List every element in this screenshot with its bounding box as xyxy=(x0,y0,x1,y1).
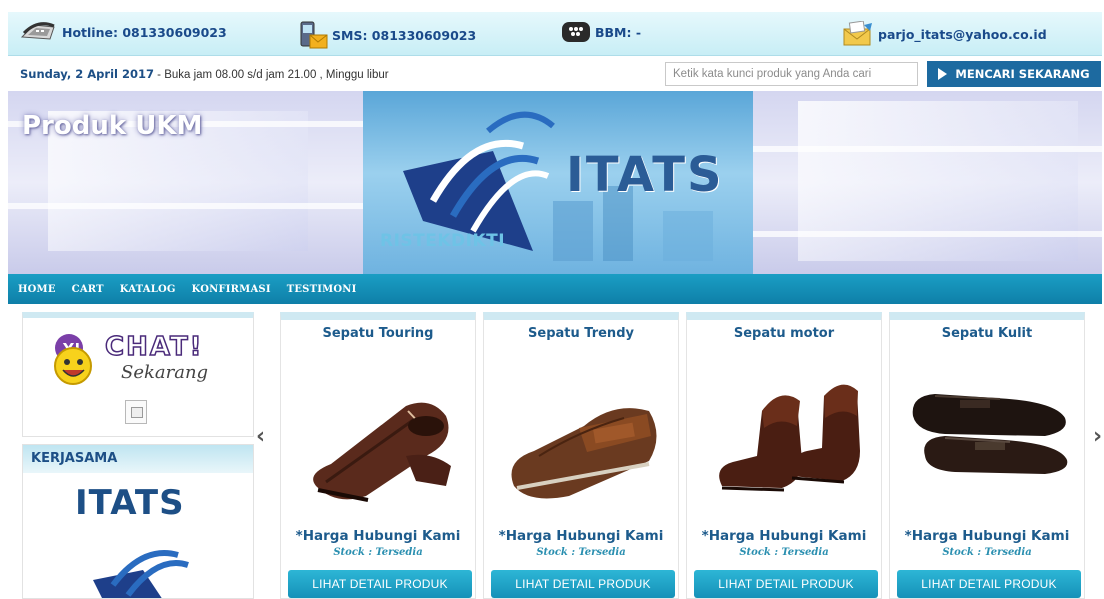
brown-ankle-boots-image[interactable] xyxy=(702,356,868,506)
ristekdikti-text: RISTEKDIKTI xyxy=(380,231,506,251)
search-button-label: MENCARI SEKARANG xyxy=(955,67,1090,81)
broken-image-icon xyxy=(125,400,147,424)
product-title[interactable]: Sepatu Kulit xyxy=(890,326,1084,341)
main-nav: HOME CART KATALOG KONFIRMASI TESTIMONI xyxy=(8,274,1102,304)
stock-label: Stock : xyxy=(333,547,376,558)
play-arrow-icon xyxy=(938,68,948,80)
itats-brand-text: ITATS xyxy=(566,147,724,203)
email-text[interactable]: parjo_itats@yahoo.co.id xyxy=(878,27,1047,42)
nav-testimoni[interactable]: TESTIMONI xyxy=(287,284,357,295)
nav-cart[interactable]: CART xyxy=(72,284,104,295)
kerjasama-panel: KERJASAMA ITATS xyxy=(22,444,254,599)
hotline-text: Hotline: 081330609023 xyxy=(62,24,227,40)
view-product-detail-button[interactable]: LIHAT DETAIL PRODUK xyxy=(694,570,878,598)
envelope-icon xyxy=(843,21,872,46)
hotline: Hotline: 081330609023 xyxy=(20,21,227,43)
hero-banner: Produk UKM ITATS RISTEKDIKTI xyxy=(8,91,1102,274)
product-title[interactable]: Sepatu Touring xyxy=(281,326,475,341)
itats-logo-icon xyxy=(93,550,189,598)
product-stock: Stock : Tersedia xyxy=(687,547,881,558)
black-leather-shoes-image[interactable] xyxy=(905,356,1071,506)
search-input[interactable] xyxy=(665,62,918,86)
view-product-detail-button[interactable]: LIHAT DETAIL PRODUK xyxy=(897,570,1081,598)
chat-label: CHAT! xyxy=(104,331,204,363)
yahoo-messenger-smiley-icon: Y! xyxy=(54,334,92,385)
chat-widget[interactable]: Y! CHAT! Sekarang xyxy=(22,312,254,437)
date-info: Sunday, 2 April 2017 - Buka jam 08.00 s/… xyxy=(20,67,389,81)
product-card: Sepatu Kulit *Harga Hubungi Kami Stock :… xyxy=(889,312,1085,599)
product-price: *Harga Hubungi Kami xyxy=(904,528,1070,544)
carousel-next-arrow-icon[interactable]: › xyxy=(1093,424,1102,449)
banner-stripe xyxy=(753,146,1102,152)
phone-icon xyxy=(20,22,55,40)
email: parjo_itats@yahoo.co.id xyxy=(842,21,1047,47)
stock-value: Tersedia xyxy=(781,547,829,558)
banner-glass-pane xyxy=(798,101,1078,261)
blackberry-icon xyxy=(562,22,590,42)
sidebar: Y! CHAT! Sekarang KERJASAMA ITATS xyxy=(22,312,254,599)
kerjasama-heading: KERJASAMA xyxy=(23,445,253,473)
product-card: Sepatu Trendy *Harga Hubungi Kami Stock … xyxy=(483,312,679,599)
stock-label: Stock : xyxy=(739,547,782,558)
product-stock: Stock : Tersedia xyxy=(484,547,678,558)
date-search-bar: Sunday, 2 April 2017 - Buka jam 08.00 s/… xyxy=(8,57,1102,91)
product-title[interactable]: Sepatu motor xyxy=(687,326,881,341)
brown-velcro-shoe-image[interactable] xyxy=(499,356,665,506)
chat-sub-label: Sekarang xyxy=(121,362,209,383)
stock-value: Tersedia xyxy=(984,547,1032,558)
stock-value: Tersedia xyxy=(578,547,626,558)
product-stock: Stock : Tersedia xyxy=(281,547,475,558)
stock-value: Tersedia xyxy=(375,547,423,558)
mobile-sms-icon xyxy=(300,21,328,49)
banner-stripe xyxy=(8,203,368,209)
banner-stripe xyxy=(753,231,1102,237)
view-product-detail-button[interactable]: LIHAT DETAIL PRODUK xyxy=(288,570,472,598)
contact-bar: Hotline: 081330609023 SMS: 081330609023 … xyxy=(8,12,1102,56)
sms-text: SMS: 081330609023 xyxy=(332,27,477,43)
nav-katalog[interactable]: KATALOG xyxy=(120,284,176,295)
view-product-detail-button[interactable]: LIHAT DETAIL PRODUK xyxy=(491,570,675,598)
product-card: Sepatu Touring *Harga Hubungi Kami Stock… xyxy=(280,312,476,599)
product-price: *Harga Hubungi Kami xyxy=(701,528,867,544)
sms: SMS: 081330609023 xyxy=(298,21,476,49)
current-date: Sunday, 2 April 2017 xyxy=(20,67,154,81)
brown-derby-shoe-image[interactable] xyxy=(296,356,462,506)
product-card: Sepatu motor *Harga Hubungi Kami Stock :… xyxy=(686,312,882,599)
product-price: *Harga Hubungi Kami xyxy=(498,528,664,544)
stock-label: Stock : xyxy=(536,547,579,558)
nav-home[interactable]: HOME xyxy=(18,284,56,295)
nav-konfirmasi[interactable]: KONFIRMASI xyxy=(192,284,271,295)
product-stock: Stock : Tersedia xyxy=(890,547,1084,558)
product-title[interactable]: Sepatu Trendy xyxy=(484,326,678,341)
carousel-prev-arrow-icon[interactable]: ‹ xyxy=(256,424,265,449)
search-button[interactable]: MENCARI SEKARANG xyxy=(927,61,1101,87)
site-title: Produk UKM xyxy=(22,111,203,141)
bbm: BBM: - xyxy=(561,21,641,43)
stock-label: Stock : xyxy=(942,547,985,558)
product-price: *Harga Hubungi Kami xyxy=(295,528,461,544)
kerjasama-itats-logo-text: ITATS xyxy=(75,483,185,523)
bbm-text: BBM: - xyxy=(595,24,642,40)
opening-hours: - Buka jam 08.00 s/d jam 21.00 , Minggu … xyxy=(153,69,389,81)
